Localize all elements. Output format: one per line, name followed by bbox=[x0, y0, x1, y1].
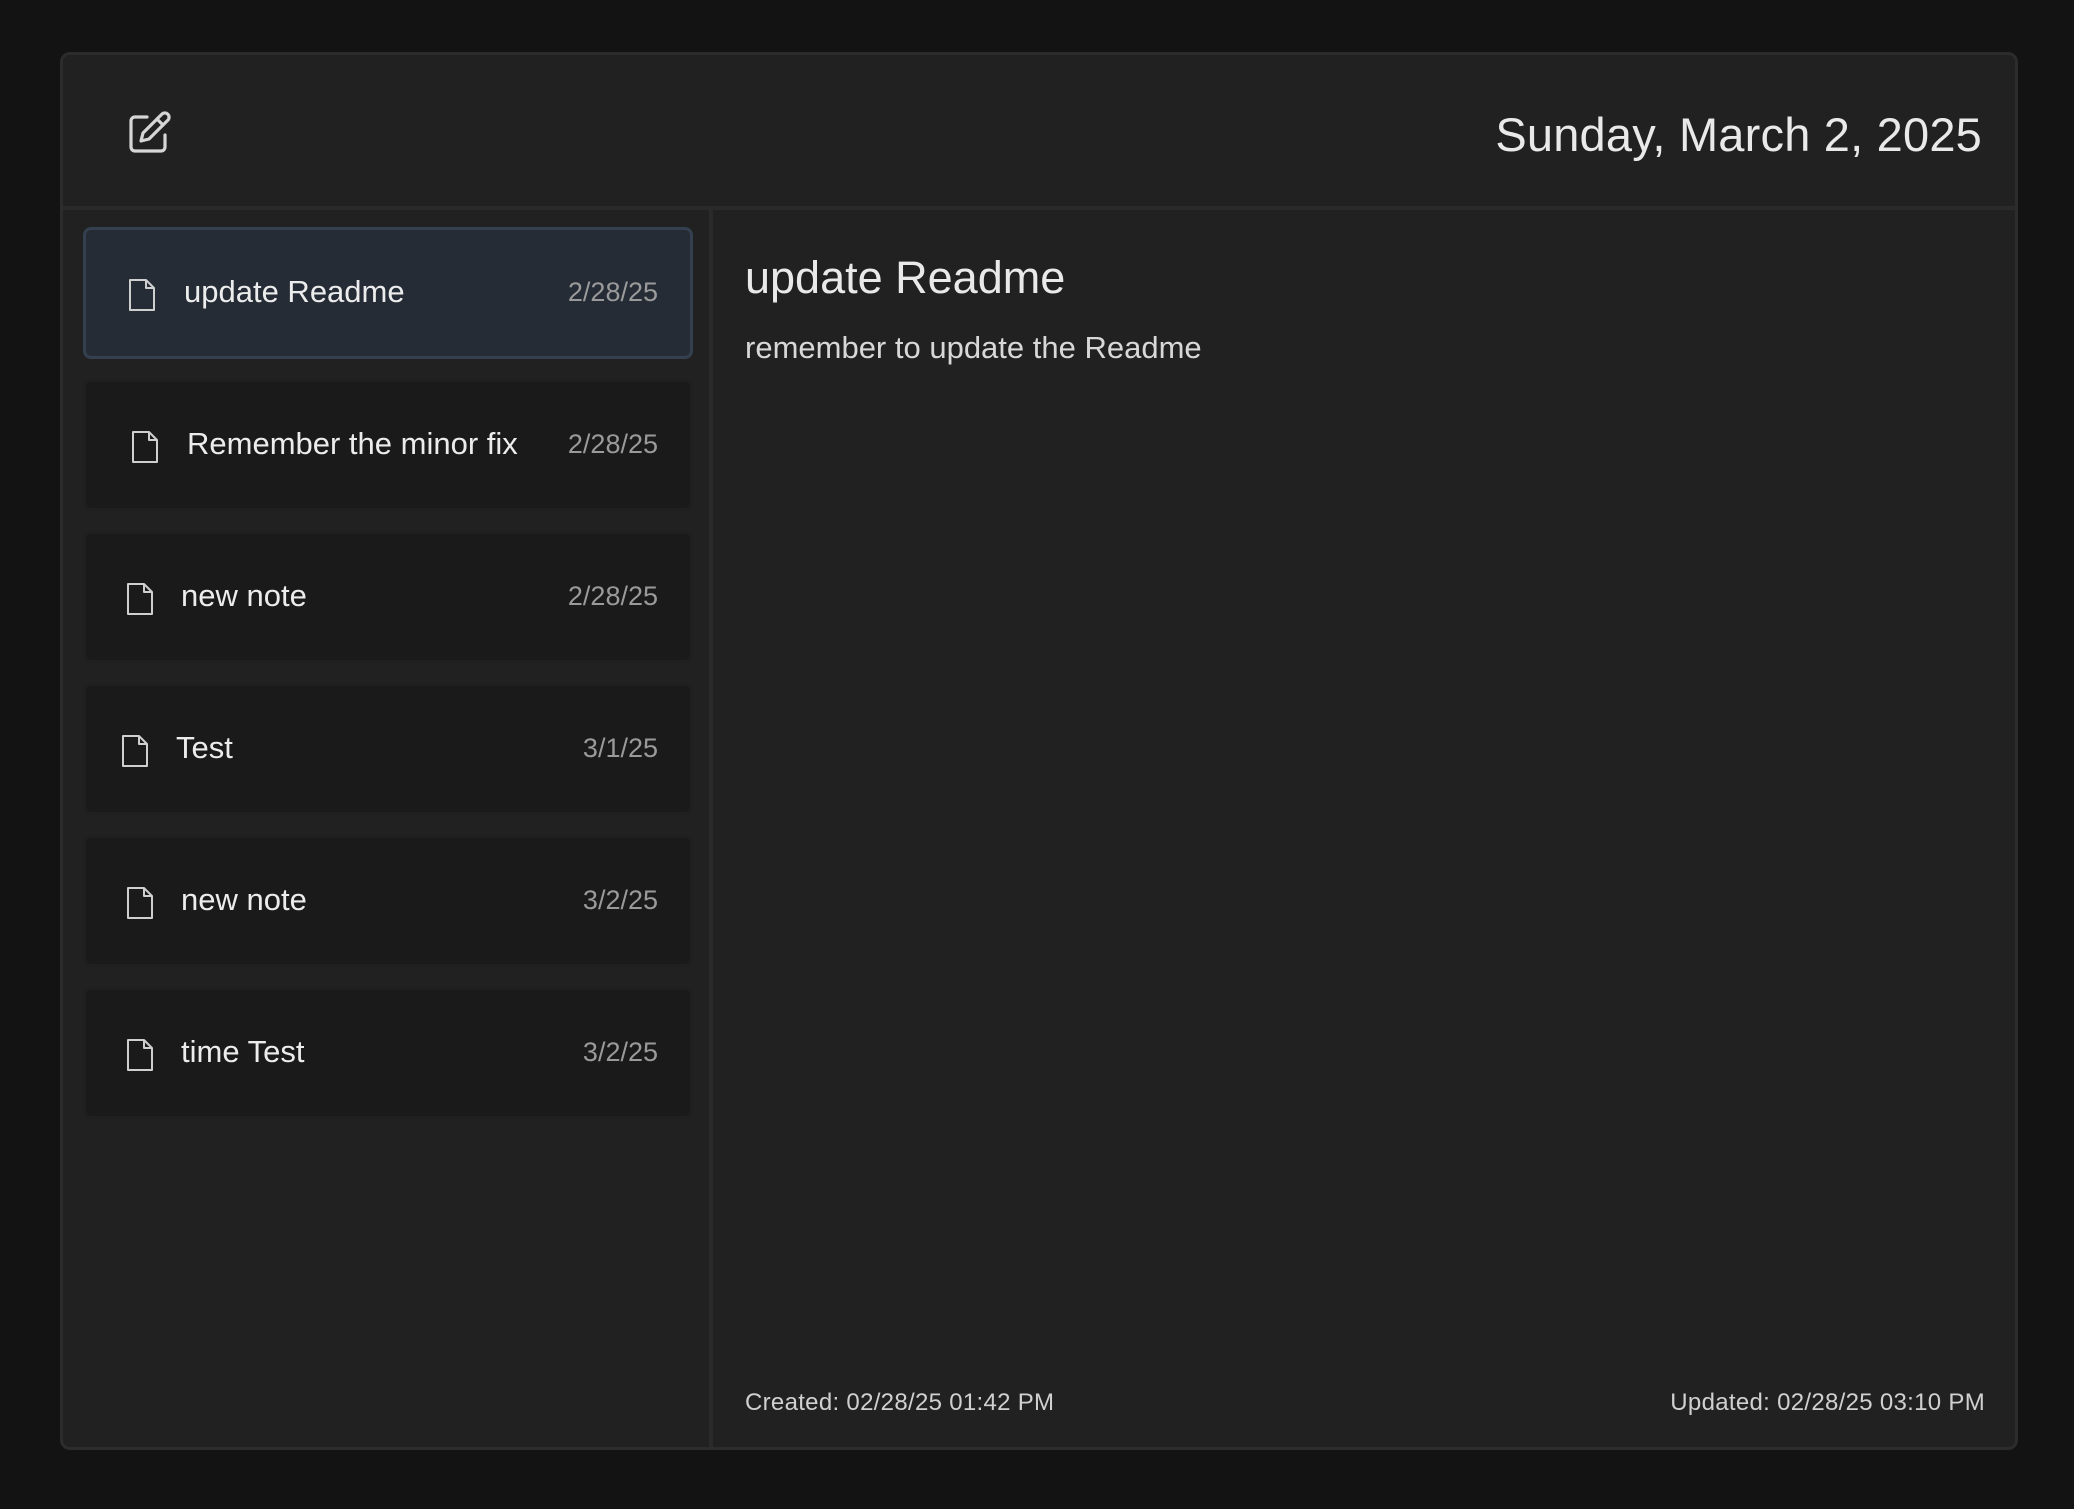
note-body-text[interactable]: remember to update the Readme bbox=[745, 330, 1202, 366]
note-date: 3/2/25 bbox=[582, 885, 658, 915]
note-date: 2/28/25 bbox=[567, 277, 658, 307]
file-icon bbox=[131, 430, 159, 464]
created-timestamp: Created: 02/28/25 01:42 PM bbox=[745, 1389, 1055, 1416]
note-list-item[interactable]: update Readme 2/28/25 bbox=[83, 227, 693, 359]
note-heading[interactable]: update Readme bbox=[745, 252, 1065, 304]
note-date: 3/1/25 bbox=[582, 733, 658, 763]
compose-icon bbox=[129, 111, 171, 153]
note-title: Test bbox=[176, 730, 233, 765]
note-title: update Readme bbox=[184, 274, 405, 309]
note-title: new note bbox=[181, 578, 307, 613]
app-header: Sunday, March 2, 2025 bbox=[63, 55, 2015, 210]
notes-sidebar: update Readme 2/28/25 Remember the minor… bbox=[63, 210, 713, 1447]
note-list-item[interactable]: new note 3/2/25 bbox=[83, 835, 693, 967]
note-list-item[interactable]: Test 3/1/25 bbox=[83, 683, 693, 815]
file-icon bbox=[128, 278, 156, 312]
updated-timestamp: Updated: 02/28/25 03:10 PM bbox=[1670, 1389, 1985, 1416]
note-date: 3/2/25 bbox=[582, 1037, 658, 1067]
note-editor[interactable]: update Readme remember to update the Rea… bbox=[713, 210, 2015, 1447]
file-icon bbox=[121, 734, 149, 768]
file-icon bbox=[126, 582, 154, 616]
file-icon bbox=[126, 1038, 154, 1072]
note-title: Remember the minor fix bbox=[187, 426, 518, 461]
new-note-button[interactable] bbox=[125, 109, 173, 157]
note-title: time Test bbox=[181, 1034, 305, 1069]
note-list-item[interactable]: new note 2/28/25 bbox=[83, 531, 693, 663]
note-date: 2/28/25 bbox=[567, 429, 658, 459]
note-date: 2/28/25 bbox=[567, 581, 658, 611]
note-list-item[interactable]: Remember the minor fix 2/28/25 bbox=[83, 379, 693, 511]
note-list-item[interactable]: time Test 3/2/25 bbox=[83, 987, 693, 1119]
note-title: new note bbox=[181, 882, 307, 917]
file-icon bbox=[126, 886, 154, 920]
notes-app-window: Sunday, March 2, 2025 update Readme 2/28… bbox=[60, 52, 2018, 1450]
current-date: Sunday, March 2, 2025 bbox=[1495, 108, 1982, 161]
